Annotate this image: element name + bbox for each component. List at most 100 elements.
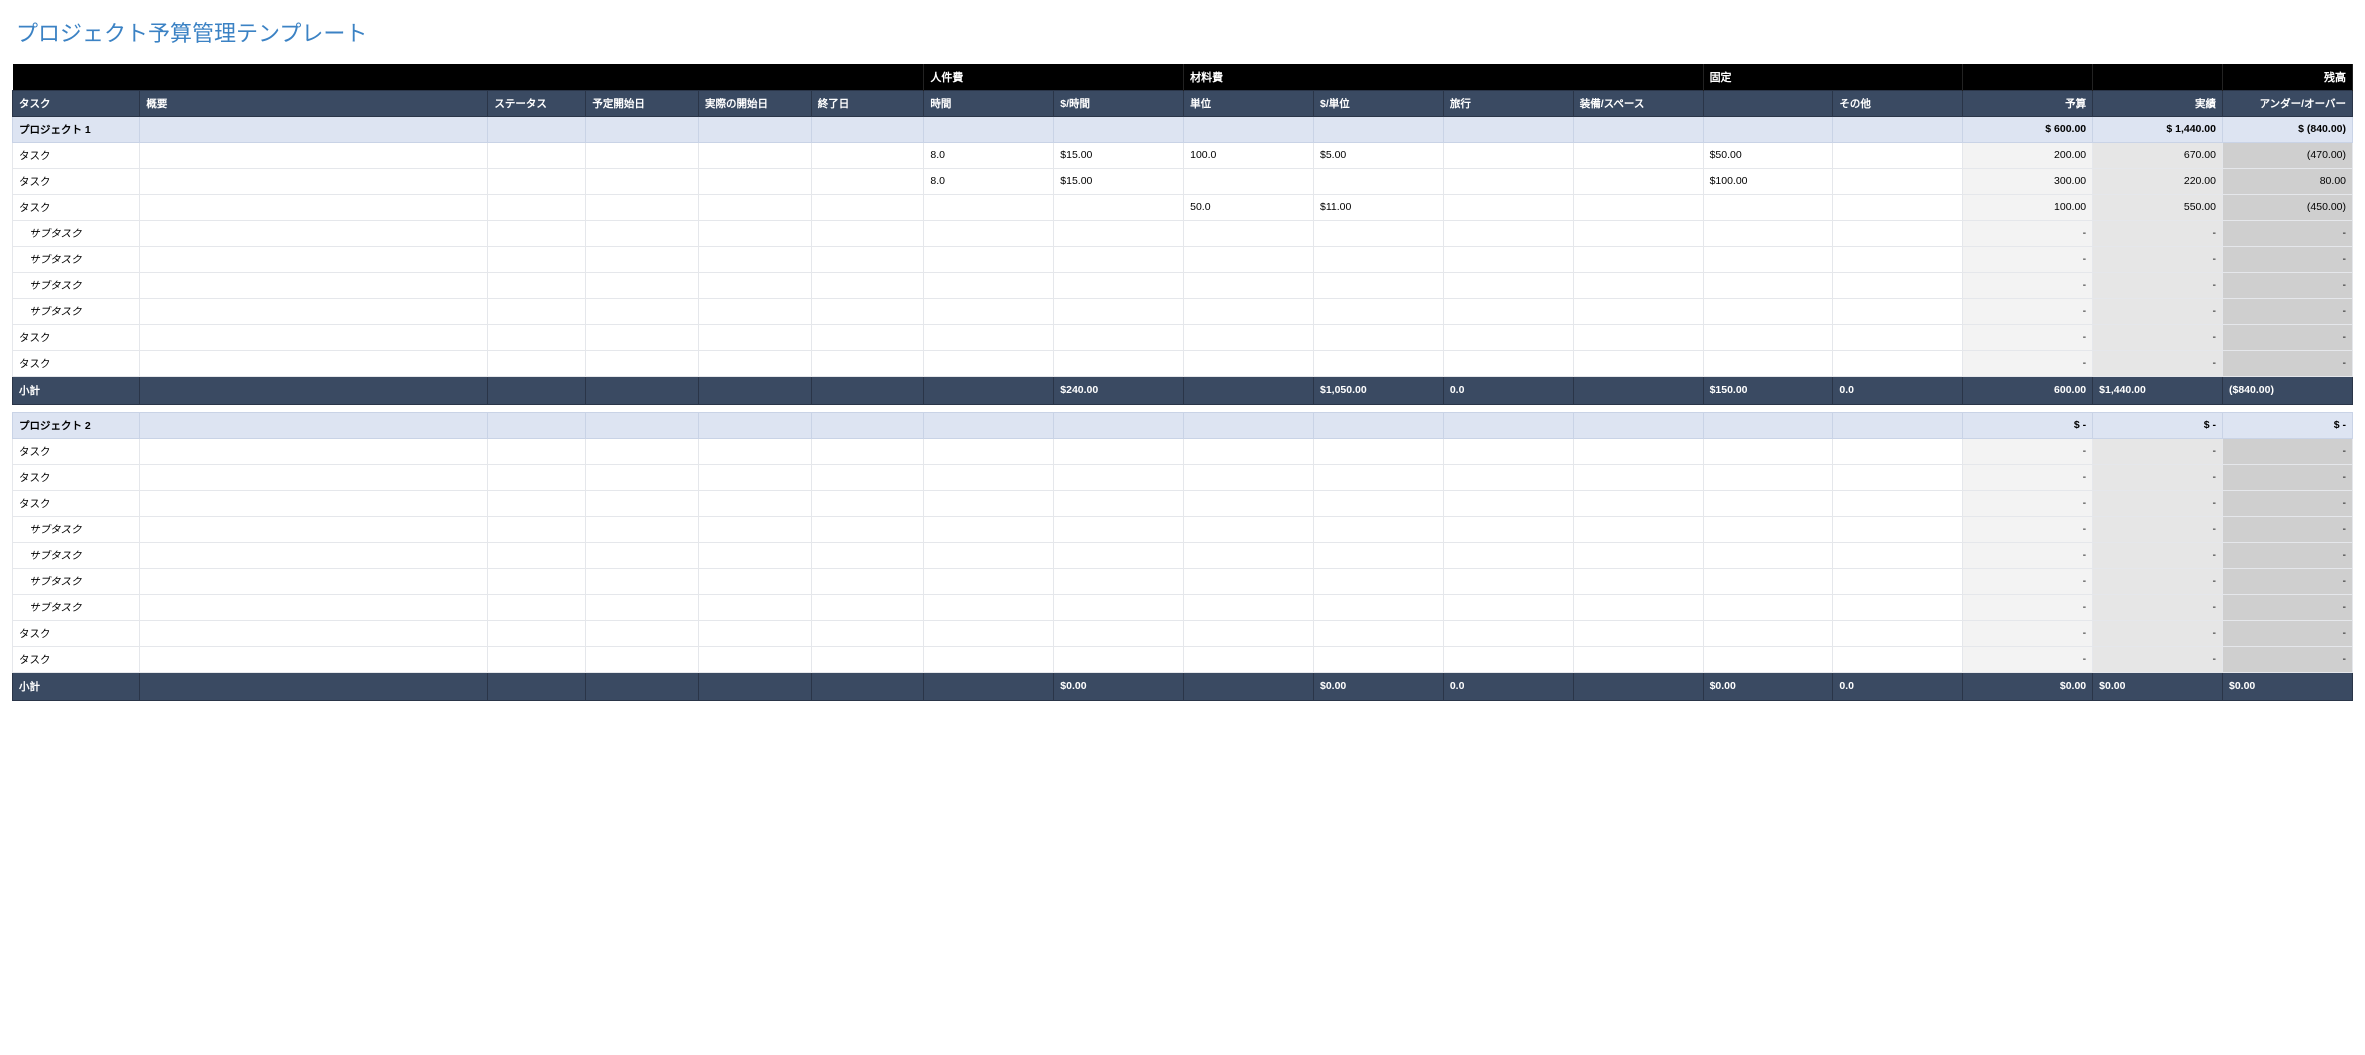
cell-actual[interactable]: - bbox=[2093, 298, 2223, 324]
cell[interactable] bbox=[488, 490, 586, 516]
cell-fixed[interactable] bbox=[1703, 194, 1833, 220]
cell[interactable] bbox=[140, 194, 488, 220]
cell-travel[interactable] bbox=[1443, 568, 1573, 594]
cell[interactable] bbox=[140, 438, 488, 464]
cell-equip[interactable] bbox=[1573, 594, 1703, 620]
cell-actual[interactable]: - bbox=[2093, 246, 2223, 272]
cell-hours[interactable]: 8.0 bbox=[924, 142, 1054, 168]
cell[interactable] bbox=[488, 516, 586, 542]
cell-per-hour[interactable] bbox=[1054, 220, 1184, 246]
cell-equip[interactable] bbox=[1573, 646, 1703, 672]
cell-units[interactable] bbox=[1184, 438, 1314, 464]
cell[interactable] bbox=[488, 438, 586, 464]
cell[interactable] bbox=[699, 568, 812, 594]
cell-units[interactable]: 50.0 bbox=[1184, 194, 1314, 220]
cell-units[interactable] bbox=[1184, 646, 1314, 672]
cell[interactable] bbox=[811, 646, 924, 672]
cell[interactable] bbox=[586, 542, 699, 568]
cell-per-unit[interactable] bbox=[1313, 350, 1443, 376]
cell-fixed[interactable] bbox=[1703, 464, 1833, 490]
cell-per-hour[interactable] bbox=[1054, 594, 1184, 620]
cell-equip[interactable] bbox=[1573, 620, 1703, 646]
cell-units[interactable] bbox=[1184, 168, 1314, 194]
cell-travel[interactable] bbox=[1443, 142, 1573, 168]
cell[interactable] bbox=[699, 246, 812, 272]
cell[interactable] bbox=[488, 220, 586, 246]
cell-units[interactable] bbox=[1184, 324, 1314, 350]
cell-hours[interactable] bbox=[924, 246, 1054, 272]
cell-balance[interactable]: (470.00) bbox=[2223, 142, 2353, 168]
cell[interactable] bbox=[699, 142, 812, 168]
cell-per-hour[interactable] bbox=[1054, 272, 1184, 298]
cell[interactable] bbox=[586, 168, 699, 194]
task-label[interactable]: タスク bbox=[13, 438, 140, 464]
cell-units[interactable] bbox=[1184, 298, 1314, 324]
cell[interactable] bbox=[140, 350, 488, 376]
cell-budget[interactable]: - bbox=[1963, 490, 2093, 516]
cell-per-hour[interactable]: $15.00 bbox=[1054, 168, 1184, 194]
cell[interactable] bbox=[140, 490, 488, 516]
cell-actual[interactable]: - bbox=[2093, 350, 2223, 376]
cell-balance[interactable]: - bbox=[2223, 438, 2353, 464]
cell-budget[interactable]: - bbox=[1963, 220, 2093, 246]
cell[interactable] bbox=[811, 542, 924, 568]
cell-actual[interactable]: - bbox=[2093, 464, 2223, 490]
cell-per-hour[interactable] bbox=[1054, 438, 1184, 464]
task-label[interactable]: タスク bbox=[13, 168, 140, 194]
cell[interactable] bbox=[811, 490, 924, 516]
cell-budget[interactable]: - bbox=[1963, 464, 2093, 490]
task-label[interactable]: タスク bbox=[13, 646, 140, 672]
cell-balance[interactable]: - bbox=[2223, 646, 2353, 672]
cell-units[interactable] bbox=[1184, 620, 1314, 646]
cell-per-unit[interactable] bbox=[1313, 168, 1443, 194]
task-label[interactable]: タスク bbox=[13, 194, 140, 220]
cell[interactable] bbox=[811, 464, 924, 490]
cell-units[interactable] bbox=[1184, 542, 1314, 568]
cell-actual[interactable]: - bbox=[2093, 490, 2223, 516]
cell[interactable] bbox=[140, 142, 488, 168]
cell[interactable] bbox=[586, 298, 699, 324]
cell[interactable] bbox=[586, 272, 699, 298]
cell-balance[interactable]: - bbox=[2223, 298, 2353, 324]
cell-travel[interactable] bbox=[1443, 620, 1573, 646]
cell[interactable] bbox=[488, 142, 586, 168]
cell[interactable] bbox=[488, 646, 586, 672]
cell-units[interactable] bbox=[1184, 272, 1314, 298]
cell-per-unit[interactable] bbox=[1313, 594, 1443, 620]
cell-hours[interactable] bbox=[924, 220, 1054, 246]
cell-balance[interactable]: - bbox=[2223, 272, 2353, 298]
cell-other[interactable] bbox=[1833, 620, 1963, 646]
cell[interactable] bbox=[488, 594, 586, 620]
cell[interactable] bbox=[140, 298, 488, 324]
cell-travel[interactable] bbox=[1443, 194, 1573, 220]
cell-fixed[interactable] bbox=[1703, 646, 1833, 672]
cell-fixed[interactable] bbox=[1703, 568, 1833, 594]
cell[interactable] bbox=[811, 594, 924, 620]
cell-other[interactable] bbox=[1833, 350, 1963, 376]
cell-equip[interactable] bbox=[1573, 142, 1703, 168]
cell-per-unit[interactable] bbox=[1313, 620, 1443, 646]
cell-hours[interactable] bbox=[924, 516, 1054, 542]
cell-other[interactable] bbox=[1833, 298, 1963, 324]
cell-travel[interactable] bbox=[1443, 594, 1573, 620]
cell-actual[interactable]: - bbox=[2093, 324, 2223, 350]
cell-units[interactable] bbox=[1184, 246, 1314, 272]
cell-units[interactable] bbox=[1184, 350, 1314, 376]
cell-actual[interactable]: - bbox=[2093, 620, 2223, 646]
cell-per-hour[interactable] bbox=[1054, 516, 1184, 542]
cell-other[interactable] bbox=[1833, 220, 1963, 246]
cell-fixed[interactable] bbox=[1703, 220, 1833, 246]
cell-budget[interactable]: - bbox=[1963, 246, 2093, 272]
cell-equip[interactable] bbox=[1573, 298, 1703, 324]
cell[interactable] bbox=[811, 194, 924, 220]
cell-equip[interactable] bbox=[1573, 542, 1703, 568]
task-label[interactable]: タスク bbox=[13, 620, 140, 646]
cell-equip[interactable] bbox=[1573, 464, 1703, 490]
cell[interactable] bbox=[488, 298, 586, 324]
cell[interactable] bbox=[488, 168, 586, 194]
cell-per-unit[interactable] bbox=[1313, 324, 1443, 350]
cell[interactable] bbox=[586, 350, 699, 376]
cell-actual[interactable]: - bbox=[2093, 568, 2223, 594]
cell-per-hour[interactable] bbox=[1054, 194, 1184, 220]
cell-balance[interactable]: - bbox=[2223, 516, 2353, 542]
